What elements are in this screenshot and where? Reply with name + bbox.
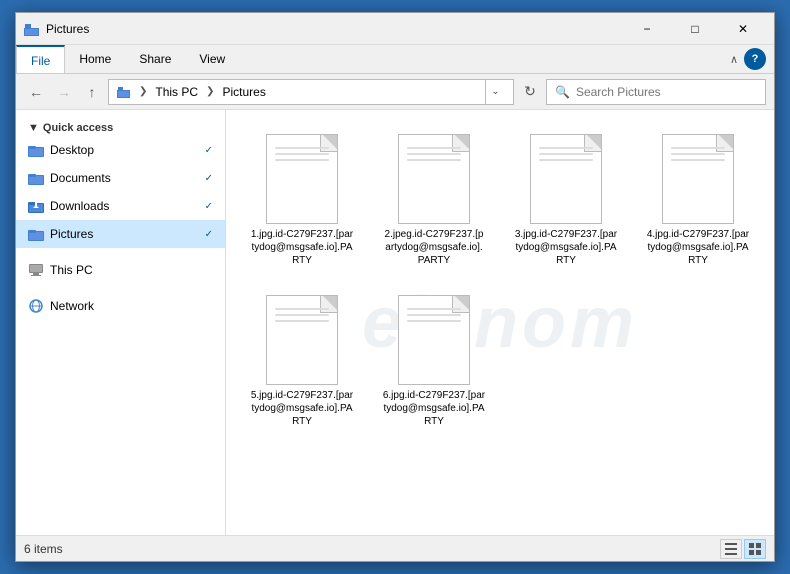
sidebar-spacer2: [16, 284, 225, 292]
search-icon: 🔍: [555, 85, 570, 99]
file-item[interactable]: 5.jpg.id-C279F237.[partydog@msgsafe.io].…: [242, 287, 362, 436]
ribbon-tabs: File Home Share View ∧ ?: [16, 45, 774, 73]
sidebar-item-desktop[interactable]: Desktop ✓: [16, 136, 225, 164]
file-name-5: 6.jpg.id-C279F237.[partydog@msgsafe.io].…: [382, 389, 486, 428]
main-content: ▼ Quick access Desktop ✓: [16, 110, 774, 535]
address-bar: ← → ↑ ❯ This PC ❯ Pictures ⌄ ↻ 🔍: [16, 74, 774, 110]
file-icon-2: [530, 134, 602, 224]
network-label: Network: [50, 299, 213, 313]
file-icon-1: [398, 134, 470, 224]
documents-icon: [28, 170, 44, 186]
window-controls: − □ ✕: [624, 14, 766, 44]
search-input[interactable]: [576, 85, 757, 99]
up-button[interactable]: ↑: [80, 80, 104, 104]
pictures-pin: ✓: [205, 229, 213, 240]
file-name-1: 2.jpeg.id-C279F237.[partydog@msgsafe.io]…: [382, 228, 486, 267]
file-view: eisnom 1.jpg.id-C279F237.[partydog@msgsa…: [226, 110, 774, 535]
breadcrumb-separator: ❯: [139, 86, 147, 97]
ribbon-collapse-button[interactable]: ∧: [724, 49, 744, 69]
refresh-button[interactable]: ↻: [518, 80, 542, 104]
file-item[interactable]: 6.jpg.id-C279F237.[partydog@msgsafe.io].…: [374, 287, 494, 436]
pictures-icon: [28, 226, 44, 242]
explorer-window: Pictures − □ ✕ File Home Share View ∧ ? …: [15, 12, 775, 562]
file-item[interactable]: 1.jpg.id-C279F237.[partydog@msgsafe.io].…: [242, 126, 362, 275]
status-bar: 6 items: [16, 535, 774, 561]
downloads-icon: [28, 198, 44, 214]
tab-file[interactable]: File: [16, 45, 65, 73]
window-icon: [24, 21, 40, 37]
pictures-label: Pictures: [50, 227, 199, 241]
file-name-2: 3.jpg.id-C279F237.[partydog@msgsafe.io].…: [514, 228, 618, 267]
sidebar-spacer: [16, 248, 225, 256]
file-item[interactable]: 4.jpg.id-C279F237.[partydog@msgsafe.io].…: [638, 126, 758, 275]
files-grid: 1.jpg.id-C279F237.[partydog@msgsafe.io].…: [242, 126, 758, 436]
status-count: 6 items: [24, 542, 63, 556]
desktop-label: Desktop: [50, 143, 199, 157]
pc-icon: [28, 262, 44, 278]
file-icon-4: [266, 295, 338, 385]
title-bar: Pictures − □ ✕: [16, 13, 774, 45]
file-icon-0: [266, 134, 338, 224]
minimize-button[interactable]: −: [624, 14, 670, 44]
sidebar-item-network[interactable]: Network: [16, 292, 225, 320]
file-name-3: 4.jpg.id-C279F237.[partydog@msgsafe.io].…: [646, 228, 750, 267]
file-name-0: 1.jpg.id-C279F237.[partydog@msgsafe.io].…: [250, 228, 354, 267]
quick-access-arrow: ▼: [28, 122, 39, 134]
close-button[interactable]: ✕: [720, 14, 766, 44]
view-toggle: [720, 539, 766, 559]
back-button[interactable]: ←: [24, 80, 48, 104]
address-dropdown-button[interactable]: ⌄: [485, 79, 505, 105]
breadcrumb-separator2: ❯: [206, 86, 214, 97]
sidebar-item-downloads[interactable]: Downloads ✓: [16, 192, 225, 220]
file-icon-3: [662, 134, 734, 224]
file-item[interactable]: 2.jpeg.id-C279F237.[partydog@msgsafe.io]…: [374, 126, 494, 275]
list-view-button[interactable]: [720, 539, 742, 559]
help-button[interactable]: ?: [744, 48, 766, 70]
tab-view[interactable]: View: [185, 45, 239, 73]
documents-label: Documents: [50, 171, 199, 185]
tab-home[interactable]: Home: [65, 45, 125, 73]
file-icon-5: [398, 295, 470, 385]
downloads-pin: ✓: [205, 201, 213, 212]
maximize-button[interactable]: □: [672, 14, 718, 44]
sidebar-item-documents[interactable]: Documents ✓: [16, 164, 225, 192]
quick-access-heading[interactable]: ▼ Quick access: [16, 118, 225, 136]
desktop-pin: ✓: [205, 145, 213, 156]
sidebar: ▼ Quick access Desktop ✓: [16, 110, 226, 535]
address-box[interactable]: ❯ This PC ❯ Pictures ⌄: [108, 79, 514, 105]
forward-button[interactable]: →: [52, 80, 76, 104]
quick-access-label: Quick access: [43, 122, 113, 134]
thispc-label: This PC: [50, 263, 213, 277]
breadcrumb-thispc[interactable]: This PC: [155, 85, 198, 99]
large-icons-button[interactable]: [744, 539, 766, 559]
search-box[interactable]: 🔍: [546, 79, 766, 105]
file-item[interactable]: 3.jpg.id-C279F237.[partydog@msgsafe.io].…: [506, 126, 626, 275]
sidebar-item-pictures[interactable]: Pictures ✓: [16, 220, 225, 248]
file-name-4: 5.jpg.id-C279F237.[partydog@msgsafe.io].…: [250, 389, 354, 428]
downloads-label: Downloads: [50, 199, 199, 213]
network-icon: [28, 298, 44, 314]
sidebar-item-thispc[interactable]: This PC: [16, 256, 225, 284]
tab-share[interactable]: Share: [125, 45, 185, 73]
ribbon: File Home Share View ∧ ?: [16, 45, 774, 74]
desktop-icon: [28, 142, 44, 158]
documents-pin: ✓: [205, 173, 213, 184]
breadcrumb-pictures[interactable]: Pictures: [222, 85, 265, 99]
window-title: Pictures: [46, 22, 624, 36]
